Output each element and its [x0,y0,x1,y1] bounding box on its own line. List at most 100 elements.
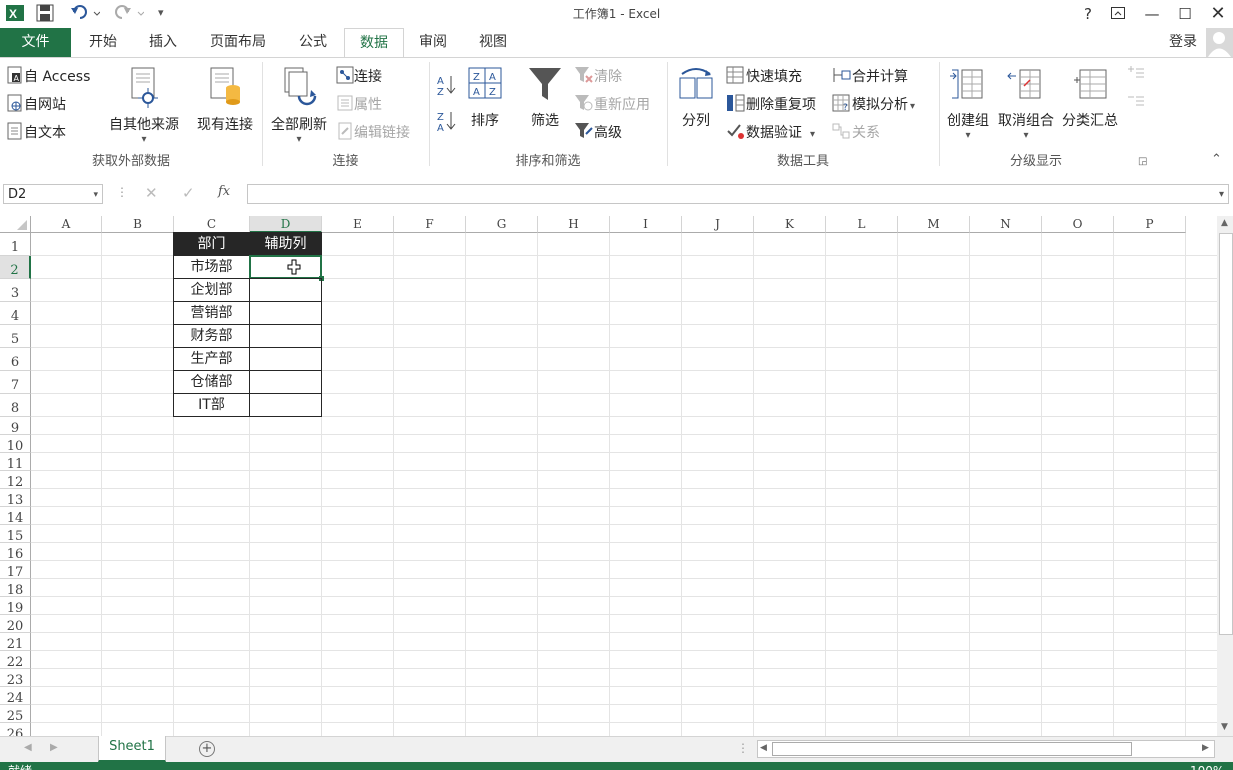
row-header-26[interactable]: 26 [0,723,31,736]
column-header-n[interactable]: N [970,216,1042,233]
scroll-down-icon[interactable]: ▼ [1221,722,1228,732]
row-header-12[interactable]: 12 [0,471,31,490]
department-cell[interactable]: 财务部 [173,324,250,348]
advanced-filter-button[interactable]: 高级 [574,122,622,144]
from-text-button[interactable]: 自文本 [6,122,66,144]
properties-button[interactable]: 属性 [336,94,382,116]
department-cell[interactable]: 市场部 [173,255,250,279]
select-all-corner[interactable] [0,216,31,233]
tab-insert[interactable]: 插入 [138,28,188,57]
sort-button[interactable]: ZAAZ 排序 [464,66,506,130]
row-header-11[interactable]: 11 [0,453,31,472]
ribbon-display-icon[interactable] [1106,3,1130,25]
column-header-c[interactable]: C [174,216,250,233]
column-header-b[interactable]: B [102,216,174,233]
row-header-1[interactable]: 1 [0,233,31,256]
vertical-scroll-thumb[interactable] [1219,233,1233,635]
row-header-24[interactable]: 24 [0,687,31,706]
relationships-button[interactable]: 关系 [832,122,880,144]
formula-input[interactable]: ▾ [247,184,1229,204]
cancel-icon[interactable]: ✕ [145,184,158,202]
sheet-tab-sheet1[interactable]: Sheet1 [98,736,166,762]
remove-duplicates-button[interactable]: 删除重复项 [726,94,816,116]
row-header-20[interactable]: 20 [0,615,31,634]
column-header-p[interactable]: P [1114,216,1186,233]
connections-button[interactable]: 连接 [336,66,382,88]
table-header-department[interactable]: 部门 [173,232,250,256]
from-access-button[interactable]: A自 Access [6,66,90,88]
enter-check-icon[interactable]: ✓ [182,184,195,202]
column-header-k[interactable]: K [754,216,826,233]
tab-page-layout[interactable]: 页面布局 [196,28,280,57]
column-header-g[interactable]: G [466,216,538,233]
maximize-icon[interactable]: ☐ [1173,3,1197,25]
consolidate-button[interactable]: 合并计算 [832,66,908,88]
ungroup-button[interactable]: 取消组合 ▾ [995,66,1057,141]
tab-data[interactable]: 数据 [344,28,404,59]
helper-cell[interactable] [249,347,322,371]
dialog-launcher-icon[interactable]: ◲ [1138,156,1147,167]
column-header-o[interactable]: O [1042,216,1114,233]
filter-button[interactable]: 筛选 [524,66,566,130]
sort-descending-icon[interactable]: ZA [437,110,459,136]
close-icon[interactable]: ✕ [1206,3,1230,25]
from-web-button[interactable]: 自网站 [6,94,66,116]
tab-home[interactable]: 开始 [78,28,128,57]
column-header-e[interactable]: E [322,216,394,233]
what-if-analysis-button[interactable]: ? 模拟分析 ▾ [832,94,915,116]
row-header-10[interactable]: 10 [0,435,31,454]
text-to-columns-button[interactable]: 分列 [674,66,718,130]
reapply-button[interactable]: 重新应用 [574,94,650,116]
minimize-icon[interactable]: — [1140,3,1164,25]
existing-connections-button[interactable]: 现有连接 [192,66,258,134]
sort-ascending-icon[interactable]: AZ [437,74,459,100]
row-header-18[interactable]: 18 [0,579,31,598]
vertical-scrollbar[interactable]: ▲ ▼ [1217,216,1233,736]
department-cell[interactable]: 生产部 [173,347,250,371]
table-header-helper-column[interactable]: 辅助列 [249,232,322,256]
helper-cell[interactable] [249,324,322,348]
row-header-7[interactable]: 7 [0,371,31,394]
zoom-level[interactable]: 100% [1190,762,1224,770]
tab-formulas[interactable]: 公式 [288,28,338,57]
department-cell[interactable]: 营销部 [173,301,250,325]
hide-detail-icon[interactable] [1126,94,1146,112]
scroll-split-grip-icon[interactable]: ⋮ [737,741,749,755]
helper-cell[interactable] [249,278,322,302]
column-header-i[interactable]: I [610,216,682,233]
clear-filter-button[interactable]: 清除 [574,66,622,88]
row-header-21[interactable]: 21 [0,633,31,652]
column-header-l[interactable]: L [826,216,898,233]
from-other-sources-button[interactable]: 自其他来源 ▾ [104,66,184,145]
helper-cell[interactable] [249,370,322,394]
column-header-h[interactable]: H [538,216,610,233]
login-link[interactable]: 登录 [1160,28,1206,57]
row-header-3[interactable]: 3 [0,279,31,302]
column-header-d[interactable]: D [250,216,322,233]
horizontal-scrollbar[interactable]: ◀ ▶ [757,740,1215,758]
name-box[interactable]: D2 ▾ [3,184,103,204]
row-header-9[interactable]: 9 [0,417,31,436]
insert-function-icon[interactable]: fx [218,184,230,199]
tab-review[interactable]: 审阅 [408,28,458,57]
row-header-13[interactable]: 13 [0,489,31,508]
row-header-8[interactable]: 8 [0,394,31,417]
row-header-23[interactable]: 23 [0,669,31,688]
column-header-a[interactable]: A [31,216,102,233]
helper-cell[interactable] [249,393,322,417]
data-validation-button[interactable]: 数据验证 ▾ [726,122,815,144]
flash-fill-button[interactable]: 快速填充 [726,66,802,88]
helper-cell[interactable] [249,301,322,325]
row-header-2[interactable]: 2 [0,256,31,279]
show-detail-icon[interactable] [1126,66,1146,84]
row-header-25[interactable]: 25 [0,705,31,724]
active-cell-d2[interactable] [249,255,324,281]
edit-links-button[interactable]: 编辑链接 [336,122,410,144]
avatar[interactable] [1206,28,1233,57]
tab-view[interactable]: 视图 [468,28,518,57]
row-header-14[interactable]: 14 [0,507,31,526]
help-icon[interactable]: ? [1076,3,1100,25]
scroll-right-icon[interactable]: ▶ [1202,743,1209,753]
column-header-f[interactable]: F [394,216,466,233]
row-header-6[interactable]: 6 [0,348,31,371]
